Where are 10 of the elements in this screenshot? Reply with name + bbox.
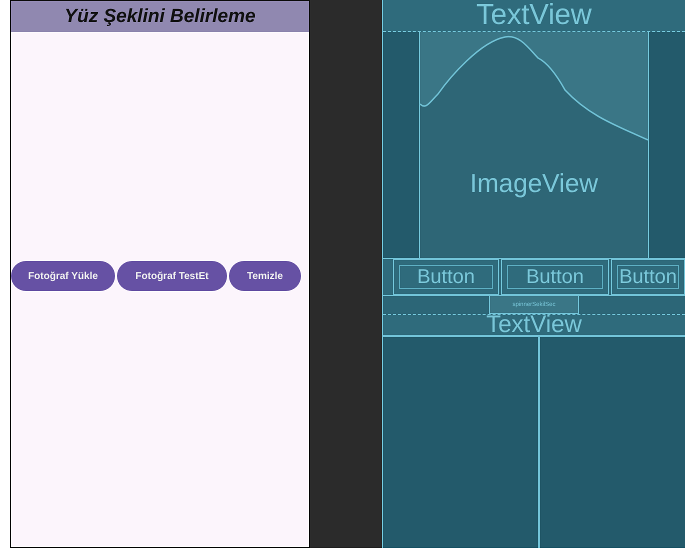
action-button[interactable]: Fotoğraf TestEt: [117, 261, 227, 291]
textview-outline: TextView: [383, 0, 685, 32]
textview-outline: TextView: [383, 315, 685, 337]
imageview-label: ImageView: [468, 168, 600, 199]
button-outline: Button: [393, 259, 499, 295]
action-button[interactable]: Temizle: [229, 261, 301, 291]
button-outline: Button: [501, 259, 609, 295]
app-title: Yüz Şeklini Belirleme: [64, 6, 256, 28]
action-button[interactable]: Fotoğraf Yükle: [11, 261, 115, 291]
button-outline: Button: [611, 259, 685, 295]
